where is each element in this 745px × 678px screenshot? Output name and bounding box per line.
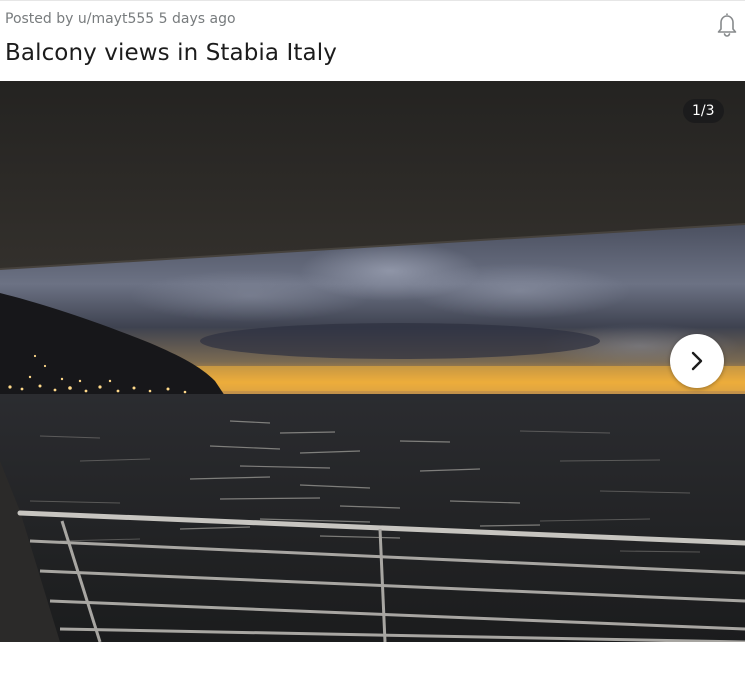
- gallery-photo: [0, 81, 745, 642]
- top-divider: [0, 0, 745, 1]
- post-meta: Posted by u/mayt555 5 days ago: [5, 11, 236, 27]
- post-author-link[interactable]: u/mayt555: [78, 11, 154, 27]
- bell-icon[interactable]: [713, 10, 741, 38]
- posted-by-label: Posted by: [5, 11, 74, 27]
- chevron-right-icon: [691, 351, 703, 371]
- gallery-next-button[interactable]: [670, 334, 724, 388]
- post-title[interactable]: Balcony views in Stabia Italy: [5, 40, 337, 66]
- image-gallery[interactable]: [0, 81, 745, 642]
- gallery-counter: 1/3: [683, 99, 724, 123]
- post-age: 5 days ago: [158, 11, 236, 27]
